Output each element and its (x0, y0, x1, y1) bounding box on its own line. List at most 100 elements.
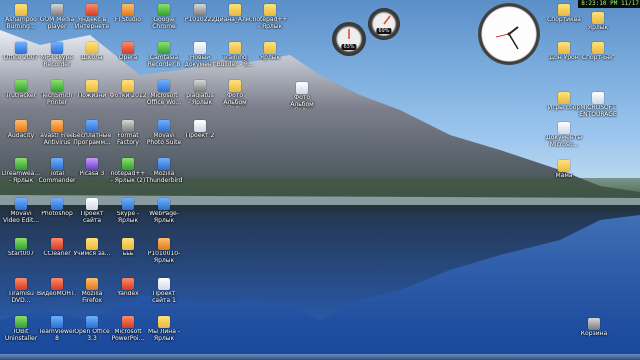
desktop-icon[interactable]: Opera (108, 42, 148, 62)
app-icon (194, 80, 206, 92)
desktop-icon[interactable]: Microsoft PowerPoi... (108, 316, 148, 342)
desktop-icon[interactable]: Мама (544, 160, 584, 180)
desktop-icon[interactable]: Dreamwea... - Ярлык (1, 158, 41, 184)
desktop-icon-label: Пожизни (77, 93, 107, 99)
desktop-icon-label: MICROSOFT ENTOURAGE (579, 105, 617, 118)
app-icon (86, 278, 98, 290)
desktop-icon[interactable]: P1010222 (180, 4, 220, 24)
desktop-icon[interactable]: Яндекс в Интернете (72, 4, 112, 30)
desktop-icon-label: Спорт-Бег (581, 55, 615, 61)
desktop-icon-label: Tiramisu DVD... (8, 291, 34, 304)
folder-icon (122, 80, 134, 92)
cpu-meter-gauge: 63% (332, 22, 366, 56)
desktop-icon[interactable]: ььь (108, 238, 148, 258)
desktop-icon[interactable]: Ярлык (250, 42, 290, 62)
desktop-icon[interactable]: Ярлык (578, 12, 618, 32)
desktop-icon[interactable]: TeamViewer 8 (37, 316, 77, 342)
desktop-icon[interactable]: plagiatus - Ярлык (180, 80, 220, 106)
desktop-icon[interactable]: Audacity (1, 120, 41, 140)
desktop-icon[interactable]: notepad++ - Ярлык (2) (108, 158, 148, 184)
desktop-icon[interactable]: CCleaner (37, 238, 77, 258)
desktop-icon-label: Проект 2 (185, 133, 215, 139)
desktop-icon[interactable]: Movavi Photo Suite (144, 120, 184, 146)
desktop-icon[interactable]: Fl Studio (108, 4, 148, 24)
desktop-icon-label: Ярлык (259, 55, 281, 61)
desktop-icon-label: Проект сайта (80, 211, 104, 224)
desktop-icon[interactable]: Бесплатные Программ... (72, 120, 112, 146)
desktop-icon[interactable]: Пожизни (72, 80, 112, 100)
desktop-icon-photo-album[interactable]: Фото Альбом - Ярлык (282, 82, 322, 109)
desktop-icon[interactable]: Проект 2 (180, 120, 220, 140)
app-icon (15, 80, 27, 92)
desktop-icon-label: Movavi Photo Suite (146, 133, 182, 146)
desktop-icon[interactable]: Movavi Video Edit... (1, 198, 41, 224)
desktop-icon[interactable]: Мы Лина - Ярлык (144, 316, 184, 342)
desktop-icon[interactable]: Mozilla Thunderbird (144, 158, 184, 184)
desktop-icon[interactable]: Open Office 3.3 (72, 316, 112, 342)
desktop-icon-label: Yandex (117, 291, 139, 297)
folder-icon (558, 4, 570, 16)
folder-icon (229, 80, 241, 92)
desktop-icon[interactable]: Training Builder - Я... (215, 42, 255, 68)
desktop-icon[interactable]: Спорт-Бег (578, 42, 618, 62)
desktop-icon[interactable]: Школа (72, 42, 112, 62)
desktop-icon[interactable]: MP3 skype Recorder (37, 42, 77, 68)
desktop-icon-label: notepad++ - Ярлык (2) (110, 171, 146, 184)
desktop-icon[interactable]: Skype - Ярлык (108, 198, 148, 224)
desktop-icon[interactable]: notepad++ - Ярлык (250, 4, 290, 30)
desktop-icon[interactable]: Новый документ (180, 42, 220, 68)
desktop-icon[interactable]: Ashampoo Burning... (1, 4, 41, 30)
desktop-icon-label: plagiatus - Ярлык (186, 93, 214, 106)
desktop-icon[interactable]: Фотки 2012 (108, 80, 148, 100)
app-icon (51, 120, 63, 132)
desktop-icon[interactable]: MICROSOFT ENTOURAGE (578, 92, 618, 118)
desktop-icon[interactable]: Photoshop (37, 198, 77, 218)
desktop-icon-label: Opera (118, 55, 138, 61)
app-icon (122, 4, 134, 16)
desktop-icon[interactable]: ВидеоМОНТ... (37, 278, 77, 298)
desktop-icon[interactable]: P1010010- Ярлык (144, 238, 184, 264)
desktop-icon[interactable]: TechSmith Printer (37, 80, 77, 106)
app-icon (86, 158, 98, 170)
taskbar[interactable] (0, 354, 640, 360)
folder-icon (158, 316, 170, 328)
desktop-icon[interactable]: Camtasia Recorder 8 (144, 42, 184, 68)
desktop-icon[interactable]: Trutracker (1, 80, 41, 100)
desktop-icon[interactable]: Start007 (1, 238, 41, 258)
desktop-icon[interactable]: Проект сайта 1 (144, 278, 184, 304)
desktop-icon[interactable]: Диана_Алм... (215, 4, 255, 24)
desktop-icon[interactable]: Office 2007 (1, 42, 41, 62)
recycle-bin[interactable]: Корзина (574, 318, 614, 338)
desktop-icon[interactable]: WebPage- Ярлык (144, 198, 184, 224)
desktop-icon-label: Skype - Ярлык (116, 211, 140, 224)
desktop-icon[interactable]: avast! Free Antivirus (37, 120, 77, 146)
desktop-icon[interactable]: Документы Microso... (544, 122, 584, 148)
desktop-icon[interactable]: Google Chrome (144, 4, 184, 30)
desktop: 8:23:10 PM 11/17 63% 69% Ashampoo Burnin… (0, 0, 640, 360)
app-icon (122, 316, 134, 328)
app-icon (158, 158, 170, 170)
desktop-icon-label: Фотки 2012 (109, 93, 147, 99)
folder-icon (558, 42, 570, 54)
desktop-icon[interactable]: IOBit Uninstaller (1, 316, 41, 342)
desktop-icon[interactable]: Фото Альбом - Ярлык (215, 80, 255, 107)
desktop-icon[interactable]: Total Commander (37, 158, 77, 184)
desktop-icon[interactable]: Mozilla Firefox (72, 278, 112, 304)
desktop-icon[interactable]: Yandex (108, 278, 148, 298)
app-icon (51, 4, 63, 16)
app-icon (86, 120, 98, 132)
desktop-icon[interactable]: Tiramisu DVD... (1, 278, 41, 304)
app-icon (194, 4, 206, 16)
desktop-icon-label: Mozilla Thunderbird (145, 171, 183, 184)
desktop-icon[interactable]: Format Factory (108, 120, 148, 146)
folder-icon (15, 4, 27, 16)
desktop-icon-label: Фото Альбом - Ярлык (223, 93, 247, 107)
desktop-icon[interactable]: GOM Media player (37, 4, 77, 30)
desktop-icon[interactable]: Microsoft Office Wo... (144, 80, 184, 106)
desktop-icon[interactable]: Учимся за... (72, 238, 112, 258)
desktop-icon[interactable]: Проект сайта (72, 198, 112, 224)
desktop-icon[interactable]: Picasa 3 (72, 158, 112, 178)
folder-icon (592, 42, 604, 54)
document-icon (592, 92, 604, 104)
app-icon (158, 198, 170, 210)
